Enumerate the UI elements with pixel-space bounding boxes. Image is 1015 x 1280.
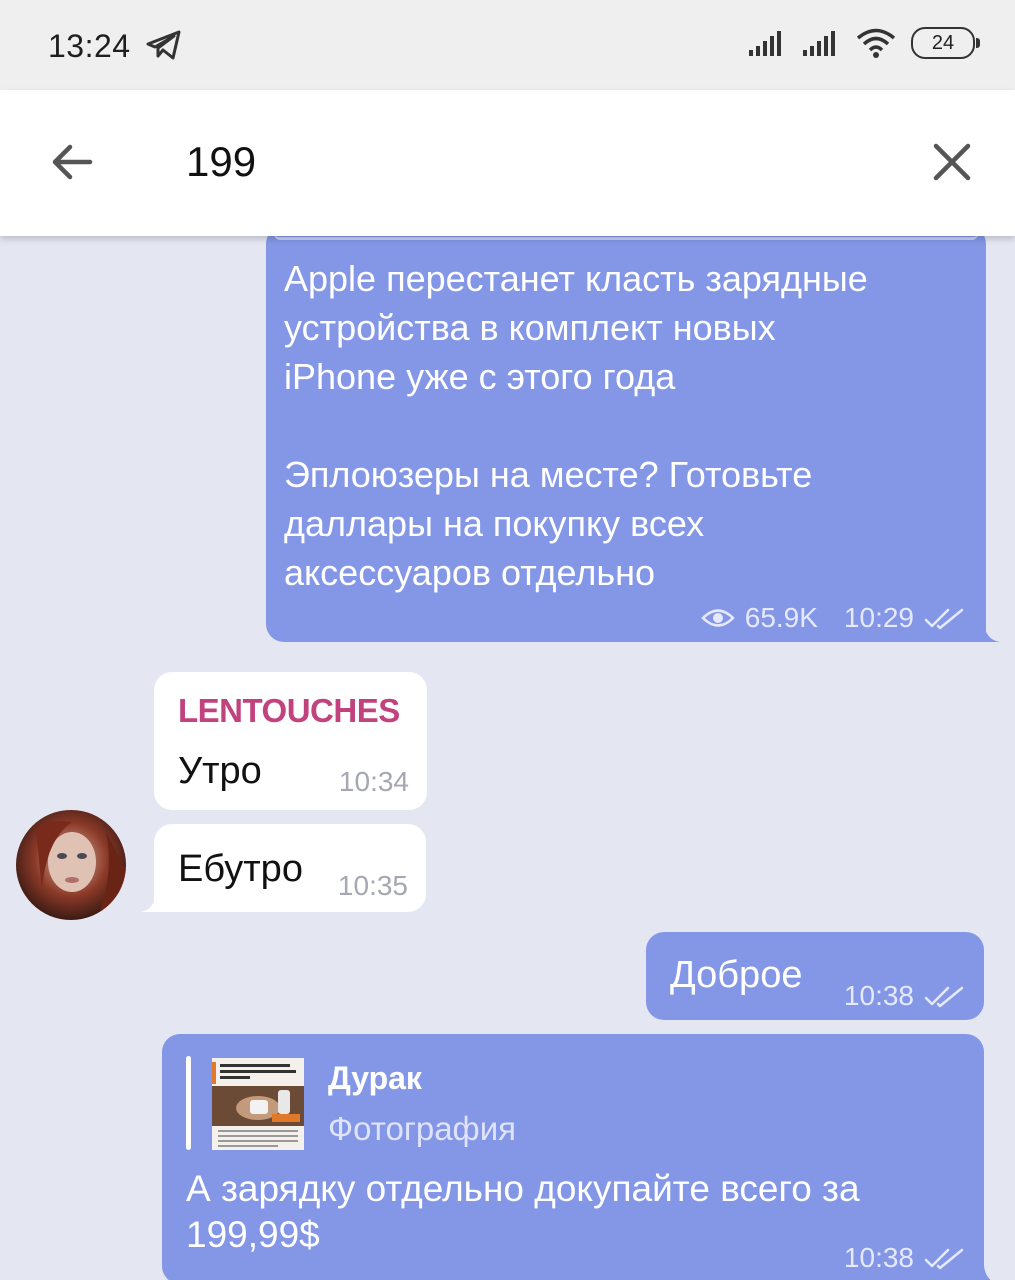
message-text: Утро bbox=[178, 750, 262, 792]
avatar-photo bbox=[16, 810, 126, 920]
message-time: 10:38 bbox=[843, 980, 914, 1011]
battery-icon: 24 bbox=[911, 27, 980, 59]
search-input[interactable] bbox=[186, 132, 866, 192]
reply-photo bbox=[212, 1058, 304, 1150]
status-bar: 13:24 24 bbox=[0, 0, 1015, 90]
bubble-tail bbox=[984, 624, 1000, 642]
close-icon[interactable] bbox=[924, 134, 980, 190]
search-header bbox=[0, 90, 1015, 236]
arrow-left-icon[interactable] bbox=[44, 134, 100, 190]
message-time: 10:35 bbox=[337, 870, 408, 901]
message-time: 10:29 bbox=[843, 602, 914, 633]
bubble-tail bbox=[140, 894, 156, 912]
battery-level: 24 bbox=[931, 31, 955, 54]
message-text: Ебутро bbox=[178, 848, 303, 890]
message-text: Доброе bbox=[670, 954, 803, 996]
message-bubble-outgoing[interactable]: Дурак Фотография А зарядку отдельно доку… bbox=[162, 1034, 984, 1280]
message-bubble-incoming[interactable]: LENTOUCHES Утро 10:34 bbox=[154, 672, 427, 810]
chat-messages[interactable]: Apple перестанет класть зарядные устройс… bbox=[0, 236, 1015, 1280]
link-preview-edge bbox=[274, 236, 978, 240]
double-check-icon bbox=[924, 1248, 964, 1270]
views-count: 65.9K bbox=[744, 602, 818, 633]
message-text: Apple перестанет класть зарядные устройс… bbox=[284, 258, 868, 593]
double-check-icon bbox=[924, 608, 964, 630]
message-meta: 65.9K 10:29 bbox=[700, 602, 966, 634]
message-time: 10:38 bbox=[843, 1242, 914, 1273]
sender-name[interactable]: LENTOUCHES bbox=[178, 692, 400, 730]
reply-thumbnail[interactable] bbox=[212, 1058, 304, 1150]
message-time: 10:34 bbox=[338, 766, 409, 797]
bubble-tail bbox=[984, 1266, 991, 1280]
message-bubble-incoming[interactable]: Ебутро 10:35 bbox=[154, 824, 426, 912]
double-check-icon bbox=[924, 986, 964, 1008]
message-bubble-outgoing[interactable]: Доброе 10:38 bbox=[646, 932, 984, 1020]
reply-sender-name[interactable]: Дурак bbox=[328, 1060, 422, 1097]
reply-media-type: Фотография bbox=[328, 1110, 517, 1147]
views-eye-icon bbox=[700, 609, 735, 627]
status-time: 13:24 bbox=[48, 28, 131, 64]
signal-icon bbox=[749, 31, 781, 56]
message-meta: 10:38 bbox=[844, 980, 966, 1012]
message-bubble-outgoing[interactable]: Apple перестанет класть зарядные устройс… bbox=[266, 236, 986, 642]
signal-icon bbox=[803, 31, 835, 56]
message-meta: 10:38 bbox=[844, 1242, 966, 1274]
telegram-icon bbox=[146, 30, 181, 60]
wifi-icon bbox=[856, 28, 896, 58]
avatar[interactable] bbox=[16, 810, 126, 920]
reply-bar bbox=[186, 1056, 191, 1150]
